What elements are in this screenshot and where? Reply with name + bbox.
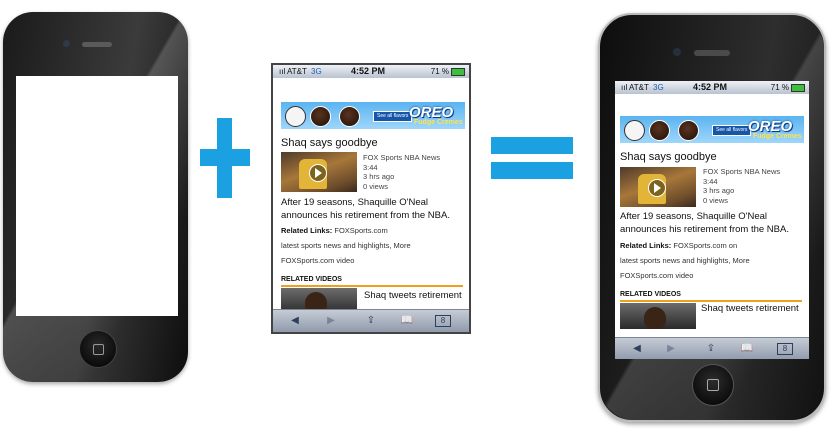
related-video-title[interactable]: Shaq tweets retirement bbox=[701, 303, 799, 314]
pages-icon[interactable]: 8 bbox=[777, 343, 793, 355]
battery-icon bbox=[791, 84, 805, 92]
play-icon[interactable] bbox=[309, 164, 327, 182]
article-headline: Shaq says goodbye bbox=[620, 151, 717, 163]
network-label: 3G bbox=[311, 67, 322, 76]
back-icon[interactable]: ◀ bbox=[627, 343, 647, 355]
blank-screen bbox=[16, 76, 178, 316]
related-divider bbox=[620, 300, 802, 302]
related-video-thumbnail[interactable] bbox=[620, 303, 696, 329]
plus-sign-horizontal bbox=[200, 149, 250, 166]
cookie-icon bbox=[624, 120, 645, 141]
equals-sign-top bbox=[491, 137, 573, 154]
related-videos-header: RELATED VIDEOS bbox=[281, 276, 342, 283]
video-duration: 3:44 bbox=[363, 162, 378, 172]
battery-percent: 71 % bbox=[430, 67, 449, 76]
video-views: 0 views bbox=[363, 181, 389, 191]
back-icon[interactable]: ◀ bbox=[285, 315, 305, 327]
oreo-ad-banner[interactable]: See all flavors OREO Fudge Cremes bbox=[281, 102, 465, 129]
video-views: 0 views bbox=[703, 195, 729, 205]
video-meta: FOX Sports NBA News 3:44 3 hrs ago 0 vie… bbox=[703, 167, 780, 205]
clock: 4:52 PM bbox=[693, 82, 728, 92]
home-button bbox=[79, 330, 117, 368]
related-link-video[interactable]: FOXSports.com video bbox=[281, 256, 354, 265]
bookmarks-icon[interactable]: 📖 bbox=[397, 315, 417, 327]
cookie-icon bbox=[678, 120, 699, 141]
person-face bbox=[644, 307, 666, 329]
equals-sign-bottom bbox=[491, 162, 573, 179]
battery-icon bbox=[451, 68, 465, 76]
speaker-grille bbox=[694, 50, 730, 56]
related-links-label: Related Links: bbox=[281, 226, 333, 235]
video-source: FOX Sports NBA News bbox=[703, 167, 781, 176]
carrier-label: ııl AT&T bbox=[279, 67, 307, 76]
related-divider bbox=[281, 285, 463, 287]
home-square-icon bbox=[707, 379, 719, 391]
blank-phone bbox=[3, 12, 188, 382]
speaker-grille bbox=[82, 42, 112, 47]
video-age: 3 hrs ago bbox=[363, 172, 395, 181]
carrier-label: ııl AT&T bbox=[621, 83, 649, 92]
forward-icon[interactable]: ▶ bbox=[321, 315, 341, 327]
home-button bbox=[692, 364, 734, 406]
related-links: Related Links: FOXSports.com latest spor… bbox=[281, 223, 467, 268]
article-description: After 19 seasons, Shaquille O'Neal annou… bbox=[620, 211, 789, 235]
play-icon[interactable] bbox=[648, 179, 666, 197]
video-thumbnail[interactable] bbox=[620, 167, 696, 207]
related-links-label: Related Links: bbox=[620, 241, 672, 250]
cookie-icon bbox=[285, 106, 306, 127]
ad-subbrand: Fudge Cremes bbox=[414, 119, 463, 126]
cookie-icon bbox=[649, 120, 670, 141]
browser-toolbar: ◀ ▶ ⇪ 📖 8 bbox=[615, 337, 809, 359]
related-link-video[interactable]: FOXSports.com video bbox=[620, 271, 693, 280]
status-bar: ııl AT&T 3G 4:52 PM 71 % bbox=[615, 81, 809, 94]
oreo-ad-banner[interactable]: See all flavors OREO Fudge Cremes bbox=[620, 116, 804, 143]
video-source: FOX Sports NBA News bbox=[363, 153, 441, 162]
pages-icon[interactable]: 8 bbox=[435, 315, 451, 327]
share-icon[interactable]: ⇪ bbox=[701, 343, 721, 355]
bookmarks-icon[interactable]: 📖 bbox=[737, 343, 757, 355]
related-video-title[interactable]: Shaq tweets retirement bbox=[364, 290, 462, 301]
article-description: After 19 seasons, Shaquille O'Neal annou… bbox=[281, 197, 450, 221]
cookie-icon bbox=[339, 106, 360, 127]
status-bar: ııl AT&T 3G 4:52 PM 71 % bbox=[273, 65, 469, 78]
see-all-flavors-button[interactable]: See all flavors bbox=[373, 111, 413, 122]
browser-toolbar: ◀ ▶ ⇪ 📖 8 bbox=[273, 309, 469, 332]
related-link-foxsports[interactable]: FOXSports.com bbox=[334, 226, 387, 235]
video-age: 3 hrs ago bbox=[703, 186, 735, 195]
related-link-latest[interactable]: latest sports news and highlights, More bbox=[620, 256, 750, 265]
share-icon[interactable]: ⇪ bbox=[361, 315, 381, 327]
forward-icon[interactable]: ▶ bbox=[661, 343, 681, 355]
related-links: Related Links: FOXSports.com on latest s… bbox=[620, 238, 806, 283]
ad-subbrand: Fudge Cremes bbox=[753, 133, 802, 140]
home-square-icon bbox=[93, 344, 104, 355]
article-headline: Shaq says goodbye bbox=[281, 137, 378, 149]
mobile-screenshot: ııl AT&T 3G 4:52 PM 71 % See all flavors… bbox=[271, 63, 471, 334]
camera-icon bbox=[63, 40, 70, 47]
see-all-flavors-button[interactable]: See all flavors bbox=[712, 125, 752, 136]
battery-percent: 71 % bbox=[770, 83, 789, 92]
related-link-latest[interactable]: latest sports news and highlights, More bbox=[281, 241, 411, 250]
video-duration: 3:44 bbox=[703, 176, 718, 186]
video-thumbnail[interactable] bbox=[281, 152, 357, 192]
related-link-foxsports[interactable]: FOXSports.com on bbox=[673, 241, 737, 250]
camera-icon bbox=[673, 48, 681, 56]
related-videos-header: RELATED VIDEOS bbox=[620, 291, 681, 298]
composite-phone: ııl AT&T 3G 4:52 PM 71 % See all flavors… bbox=[598, 13, 826, 422]
video-meta: FOX Sports NBA News 3:44 3 hrs ago 0 vie… bbox=[363, 153, 440, 191]
cookie-icon bbox=[310, 106, 331, 127]
clock: 4:52 PM bbox=[351, 66, 386, 76]
phone-screen: ııl AT&T 3G 4:52 PM 71 % See all flavors… bbox=[615, 81, 809, 359]
network-label: 3G bbox=[653, 83, 664, 92]
